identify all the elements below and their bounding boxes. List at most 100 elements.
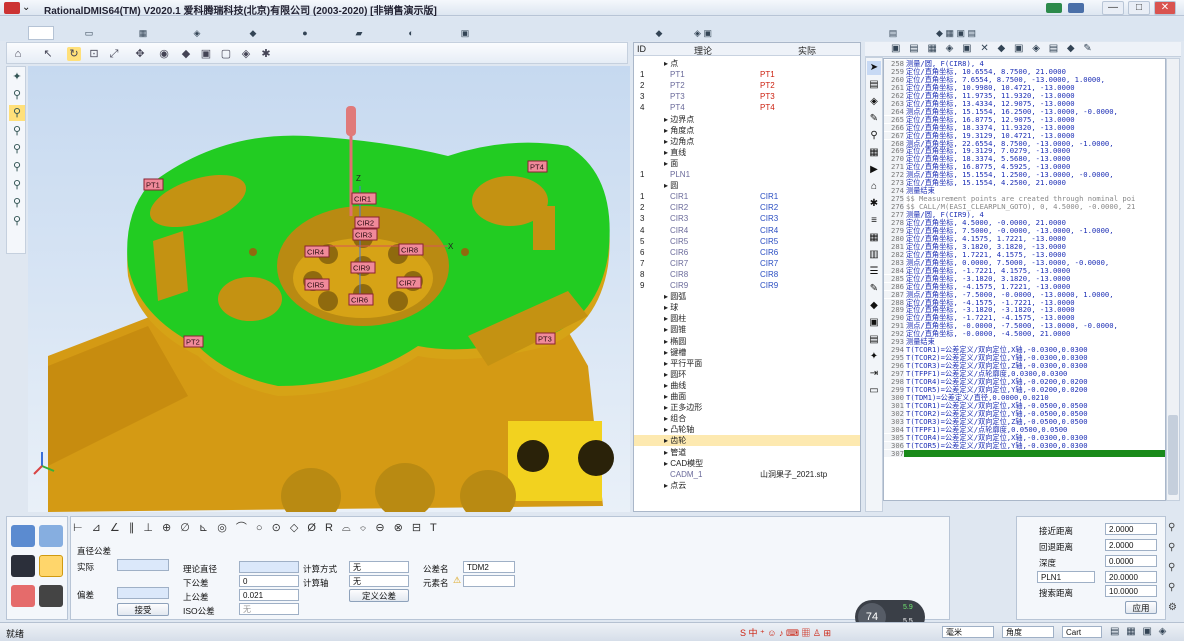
tree-row[interactable]: ▸ 圆锥 bbox=[634, 324, 860, 335]
editor-scrollbar[interactable] bbox=[1166, 58, 1180, 501]
tree-row[interactable]: ▸ 椭圆 bbox=[634, 336, 860, 347]
list-icon[interactable]: ☰ bbox=[867, 265, 881, 279]
mode-axis-icon[interactable] bbox=[11, 585, 35, 607]
tree-row[interactable]: ▸ 点 bbox=[634, 58, 860, 69]
tree-row[interactable]: ▸ CAD模型 bbox=[634, 458, 860, 469]
tree-row[interactable]: ▸ 圆 bbox=[634, 180, 860, 191]
tree-row[interactable]: 9 CIR9 CIR9 bbox=[634, 280, 860, 291]
tab-3d-view[interactable] bbox=[28, 26, 54, 40]
feature-label-cir4[interactable]: CIR4 bbox=[304, 245, 330, 258]
tab-program-tools[interactable]: ◆ ▦ ▣ ▤ bbox=[926, 26, 986, 40]
probe-icon-9[interactable]: ⚲ bbox=[9, 213, 25, 229]
tree-row[interactable]: 1 PT1 PT1 bbox=[634, 69, 860, 80]
tree-row[interactable]: ▸ 组合 bbox=[634, 413, 860, 424]
rotate-icon[interactable]: ↻ bbox=[67, 47, 81, 61]
tree-row[interactable]: ▸ 平行平面 bbox=[634, 358, 860, 369]
folder-icon[interactable]: ▤ bbox=[867, 78, 881, 92]
tree-row[interactable]: ▸ 齿轮 bbox=[634, 435, 860, 447]
probe-icon-5[interactable]: ⚲ bbox=[9, 141, 25, 157]
tree-row[interactable]: ▸ 面 bbox=[634, 158, 860, 169]
tab-icon-9[interactable]: ▣ bbox=[452, 26, 478, 40]
tolerance-type-icons[interactable]: ⊢ ⊿ ∠ ∥ ⊥ ⊕ ∅ ⊾ ◎ ⌒ ○ ⊙ ◇ Ø R ⌓ ⌔ ⊖ ⊗ ⊟ … bbox=[73, 519, 440, 535]
tree-row[interactable]: ▸ 角度点 bbox=[634, 125, 860, 136]
pin-icon[interactable]: ◆ bbox=[867, 299, 881, 313]
maximize-button[interactable]: □ bbox=[1128, 1, 1150, 15]
depth-field[interactable]: 0.0000 bbox=[1105, 555, 1157, 567]
tree-row[interactable]: ▸ 管道 bbox=[634, 447, 860, 458]
tree-row[interactable]: 7 CIR7 CIR7 bbox=[634, 258, 860, 269]
measure-icon[interactable]: ◈ bbox=[239, 47, 253, 61]
upper-tol-field[interactable]: 0.021 bbox=[239, 589, 299, 601]
iso-tol-select[interactable]: 无 bbox=[239, 603, 299, 615]
calc-icon[interactable]: ▦ bbox=[867, 146, 881, 160]
render-icon[interactable]: ◆ bbox=[179, 47, 193, 61]
feature-label-pt1[interactable]: PT1 bbox=[143, 178, 164, 191]
tree-row[interactable]: 8 CIR8 CIR8 bbox=[634, 269, 860, 280]
fit-icon[interactable]: ⤢ bbox=[107, 47, 121, 61]
tree-row[interactable]: 3 CIR3 CIR3 bbox=[634, 213, 860, 224]
approach-field[interactable]: 2.0000 bbox=[1105, 523, 1157, 535]
settings-icon[interactable]: ✱ bbox=[259, 47, 273, 61]
cursor-icon[interactable]: ➤ bbox=[867, 61, 881, 75]
mode-plane-icon[interactable] bbox=[39, 525, 63, 547]
feature-label-pt2[interactable]: PT2 bbox=[183, 335, 204, 348]
tree-row[interactable]: 2 PT2 PT2 bbox=[634, 80, 860, 91]
probe-icon-6[interactable]: ⚲ bbox=[9, 159, 25, 175]
tree-row[interactable]: ▸ 直线 bbox=[634, 147, 860, 158]
mode-tolerance-icon[interactable] bbox=[39, 555, 63, 577]
quick-menu-icon[interactable]: ⌄ bbox=[22, 2, 30, 13]
feature-label-cir9[interactable]: CIR9 bbox=[350, 261, 376, 274]
run-icon[interactable]: ▶ bbox=[867, 163, 881, 177]
tree-row[interactable]: ▸ 圆柱 bbox=[634, 313, 860, 324]
coord-select[interactable]: Cart bbox=[1062, 626, 1102, 638]
define-tol-button[interactable]: 定义公差 bbox=[349, 589, 409, 602]
close-button[interactable]: ✕ bbox=[1154, 1, 1176, 15]
note-icon[interactable]: ✎ bbox=[867, 282, 881, 296]
unit-select[interactable]: 毫米 bbox=[942, 626, 994, 638]
code-line[interactable]: 307 bbox=[884, 449, 1165, 458]
feature-label-cir3[interactable]: CIR3 bbox=[352, 228, 378, 241]
tab-tree-tools[interactable]: ◈ ▣ ◆ ● bbox=[690, 26, 716, 52]
probe-icon-3[interactable]: ⚲ bbox=[9, 105, 25, 121]
tree-row[interactable]: ▸ 圆环 bbox=[634, 369, 860, 380]
lower-tol-field[interactable]: 0 bbox=[239, 575, 299, 587]
mode-stylus-icon[interactable] bbox=[11, 555, 35, 577]
tree-row[interactable]: CADM_1 山洞果子_2021.stp bbox=[634, 469, 860, 480]
feature-label-pt3[interactable]: PT3 bbox=[535, 332, 556, 345]
tab-icon-7[interactable]: ▰ bbox=[346, 26, 372, 40]
tab-icon-8[interactable]: ◐ bbox=[398, 26, 424, 40]
tree-row[interactable]: 4 CIR4 CIR4 bbox=[634, 225, 860, 236]
program-editor[interactable]: 258 测量/圆, F(CIR8), 4 259 定位/直角坐标, 10.6554,… bbox=[883, 58, 1166, 501]
select-icon[interactable]: ↖ bbox=[41, 47, 55, 61]
feature-label-cir8[interactable]: CIR8 bbox=[398, 243, 424, 256]
tree-row[interactable]: 1 PLN1 bbox=[634, 169, 860, 180]
plane-value-field[interactable]: 20.0000 bbox=[1105, 571, 1157, 583]
tree-row[interactable]: 4 PT4 PT4 bbox=[634, 102, 860, 113]
minimize-button[interactable]: — bbox=[1102, 1, 1124, 15]
tree-row[interactable]: ▸ 边角点 bbox=[634, 136, 860, 147]
probe-icon-4[interactable]: ⚲ bbox=[9, 123, 25, 139]
status-icons[interactable]: ▤ ▦ ▣ ◈ bbox=[1110, 626, 1168, 637]
zoom-box-icon[interactable]: ⊡ bbox=[87, 47, 101, 61]
feature-label-cir1[interactable]: CIR1 bbox=[351, 192, 377, 205]
accept-button[interactable]: 接受 bbox=[117, 603, 169, 616]
tree-row[interactable]: ▸ 圆弧 bbox=[634, 291, 860, 302]
retract-field[interactable]: 2.0000 bbox=[1105, 539, 1157, 551]
tab-icon-5[interactable]: ◆ bbox=[240, 26, 266, 40]
tab-program[interactable]: ▤ bbox=[880, 26, 906, 40]
output-icon[interactable]: ⇥ bbox=[867, 367, 881, 381]
chart-icon[interactable]: ▥ bbox=[867, 248, 881, 262]
search-field[interactable]: 10.0000 bbox=[1105, 585, 1157, 597]
code-line[interactable]: 306 T(TCOR5)=公差定义/双向定位,Y轴,-0.0300,0.0300 bbox=[884, 441, 1165, 450]
probe-side-icons[interactable]: ⚲ ⚲ ⚲ ⚲ ⚙ bbox=[1168, 518, 1180, 618]
calc-axis-select[interactable]: 无 bbox=[349, 575, 409, 587]
tree-row[interactable]: 6 CIR6 CIR6 bbox=[634, 247, 860, 258]
tree-row[interactable]: 3 PT3 PT3 bbox=[634, 91, 860, 102]
tab-feature-tree[interactable]: ◆ bbox=[646, 26, 672, 40]
tree-row[interactable]: ▸ 曲面 bbox=[634, 391, 860, 402]
actual-value-field[interactable] bbox=[117, 559, 169, 571]
deviation-value-field[interactable] bbox=[117, 587, 169, 599]
star-icon[interactable]: ✦ bbox=[867, 350, 881, 364]
snapshot-icon[interactable]: ▢ bbox=[219, 47, 233, 61]
tree-row[interactable]: ▸ 曲线 bbox=[634, 380, 860, 391]
